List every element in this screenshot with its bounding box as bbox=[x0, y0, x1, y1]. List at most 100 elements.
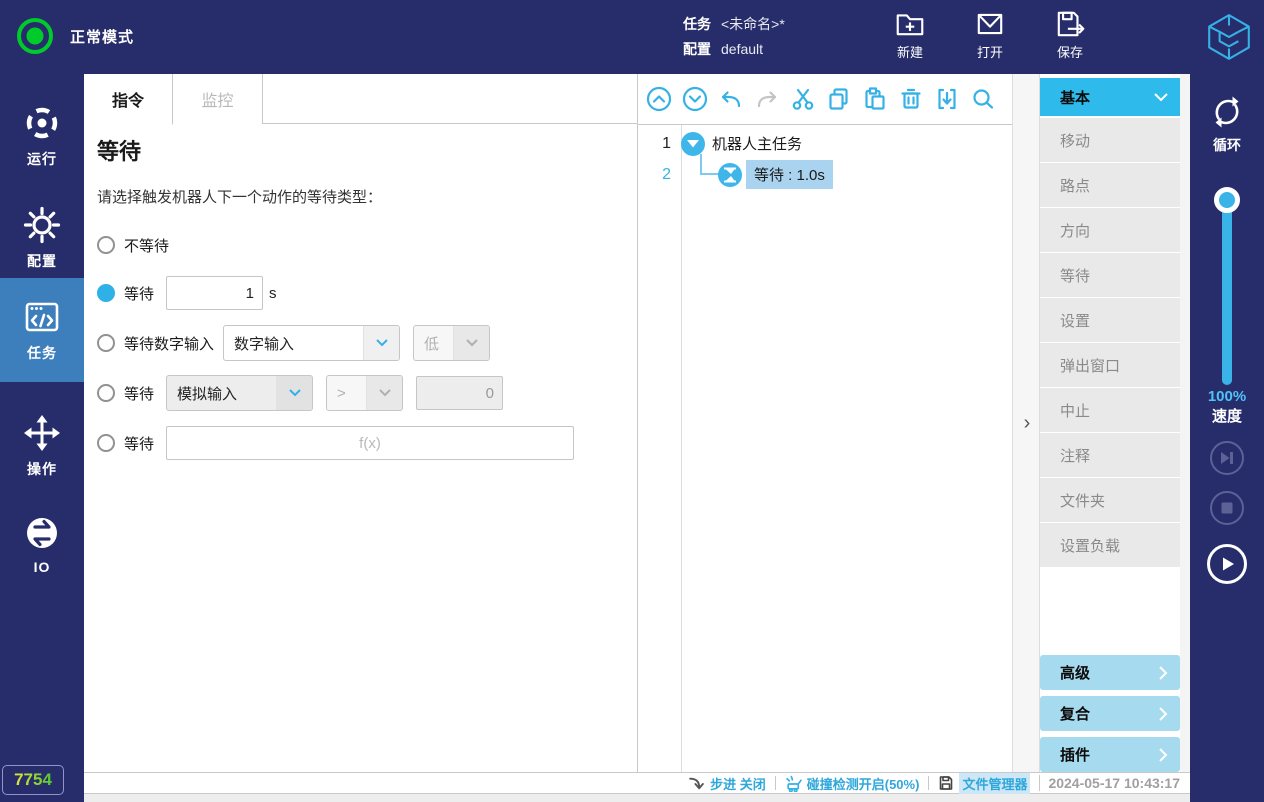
palette-item-wait[interactable]: 等待 bbox=[1040, 253, 1180, 297]
palette-item-popup[interactable]: 弹出窗口 bbox=[1040, 343, 1180, 387]
palette-item-label: 注释 bbox=[1060, 447, 1091, 465]
palette-header-basic[interactable]: 基本 bbox=[1040, 78, 1180, 116]
tab-command[interactable]: 指令 bbox=[84, 74, 173, 125]
palette-item-label: 文件夹 bbox=[1060, 492, 1106, 510]
paste-icon[interactable] bbox=[862, 86, 888, 112]
palette-item-move[interactable]: 移动 bbox=[1040, 118, 1180, 162]
option-row-wait-digital: 等待数字输入 数字输入 低 bbox=[97, 325, 491, 361]
copy-icon[interactable] bbox=[826, 86, 852, 112]
palette-group-label: 插件 bbox=[1060, 747, 1091, 764]
sidebar-item-label: 任务 bbox=[27, 345, 57, 361]
speed-slider-track[interactable] bbox=[1222, 192, 1232, 385]
palette-item-set[interactable]: 设置 bbox=[1040, 298, 1180, 342]
palette-item-waypoint[interactable]: 路点 bbox=[1040, 163, 1180, 207]
option-row-wait-analog: 等待 模拟输入 > bbox=[97, 375, 504, 411]
speed-label: 速度 bbox=[1211, 408, 1242, 425]
loop-label: 循环 bbox=[1213, 137, 1241, 153]
open-task-button[interactable]: 打开 bbox=[958, 8, 1022, 61]
expand-panel-button[interactable]: › bbox=[1013, 400, 1041, 446]
wait-node-icon[interactable] bbox=[718, 162, 742, 187]
tree-node-label[interactable]: 机器人主任务 bbox=[712, 133, 802, 154]
radio-wait-expression[interactable] bbox=[97, 434, 115, 452]
expand-all-icon[interactable] bbox=[682, 86, 708, 112]
palette-group-advanced[interactable]: 高级 bbox=[1040, 655, 1180, 690]
sidebar-item-label: 配置 bbox=[27, 253, 57, 269]
expression-input[interactable] bbox=[166, 426, 575, 460]
palette-item-label: 中止 bbox=[1060, 402, 1091, 420]
speed-slider-handle[interactable] bbox=[1214, 187, 1240, 213]
palette-item-abort[interactable]: 中止 bbox=[1040, 388, 1180, 432]
stop-button[interactable] bbox=[1210, 491, 1244, 525]
chevron-right-icon bbox=[1159, 706, 1168, 721]
robot-mode-indicator[interactable]: 正常模式 bbox=[14, 15, 134, 57]
cut-icon[interactable] bbox=[790, 86, 816, 112]
palette-item-folder[interactable]: 文件夹 bbox=[1040, 478, 1180, 522]
step-mode-label: 步进 关闭 bbox=[710, 776, 766, 792]
status-counter: 7754 bbox=[2, 765, 64, 795]
tree-row-wait[interactable]: 2 等待 : 1.0s bbox=[638, 159, 833, 190]
redo-icon[interactable] bbox=[754, 86, 780, 112]
tree-node-label-selected[interactable]: 等待 : 1.0s bbox=[746, 160, 833, 189]
new-task-button[interactable]: 新建 bbox=[878, 8, 942, 61]
chevron-down-icon bbox=[1154, 92, 1168, 101]
save-task-button[interactable]: 保存 bbox=[1038, 8, 1102, 61]
insert-icon[interactable] bbox=[934, 86, 960, 112]
palette-group-plugin[interactable]: 插件 bbox=[1040, 737, 1180, 772]
loop-toggle-button[interactable]: 循环 bbox=[1190, 92, 1264, 155]
open-task-label: 打开 bbox=[976, 45, 1003, 60]
panel-expander-strip: › bbox=[1012, 74, 1040, 772]
bottom-strip bbox=[84, 794, 1190, 802]
robot-teach-pendant-app: 正常模式 任务 <未命名>* 配置 default 新建 打开 保存 运行 配置… bbox=[0, 0, 1264, 802]
analog-threshold-input[interactable] bbox=[416, 376, 504, 410]
palette-group-list: 高级 复合 插件 bbox=[1040, 655, 1180, 772]
play-button[interactable] bbox=[1207, 544, 1247, 584]
command-editor-panel: 指令 监控 等待 请选择触发机器人下一个动作的等待类型： 不等待 等待 s 等待… bbox=[84, 74, 638, 772]
analog-input-select[interactable]: 模拟输入 bbox=[166, 375, 314, 411]
task-info: 任务 <未命名>* 配置 default bbox=[683, 12, 785, 62]
open-file-icon bbox=[977, 13, 1003, 35]
tree-row-main-task[interactable]: 1 机器人主任务 bbox=[638, 128, 802, 159]
editor-tabs: 指令 监控 bbox=[84, 74, 638, 125]
radio-wait-analog[interactable] bbox=[97, 384, 115, 402]
digital-input-select[interactable]: 数字输入 bbox=[223, 325, 401, 361]
status-bar: 步进 关闭 碰撞检测开启(50%) 文件管理器 2024-05-17 10:43… bbox=[84, 772, 1190, 794]
option-row-wait-expression: 等待 bbox=[97, 425, 575, 461]
palette-item-label: 移动 bbox=[1060, 132, 1091, 150]
digital-level-select[interactable]: 低 bbox=[413, 325, 491, 361]
sidebar-item-config[interactable]: 配置 bbox=[0, 190, 84, 286]
wait-seconds-input[interactable] bbox=[166, 276, 264, 310]
sidebar-item-run[interactable]: 运行 bbox=[0, 88, 84, 184]
speed-value: 100% bbox=[1207, 388, 1247, 405]
radio-wait-time[interactable] bbox=[97, 284, 115, 302]
comparison-operator-select[interactable]: > bbox=[326, 375, 404, 411]
sidebar-item-operate[interactable]: 操作 bbox=[0, 398, 84, 494]
radio-wait-digital[interactable] bbox=[97, 334, 115, 352]
wait-type-description: 请选择触发机器人下一个动作的等待类型： bbox=[97, 189, 383, 206]
delete-icon[interactable] bbox=[898, 86, 924, 112]
status-green-icon bbox=[17, 18, 53, 54]
palette-group-composite[interactable]: 复合 bbox=[1040, 696, 1180, 731]
palette-header-label: 基本 bbox=[1060, 89, 1091, 107]
radio-no-wait[interactable] bbox=[97, 236, 115, 254]
file-manager-button[interactable]: 文件管理器 bbox=[938, 772, 1031, 794]
sidebar-item-task[interactable]: 任务 bbox=[0, 278, 84, 382]
chevron-down-icon bbox=[276, 376, 313, 410]
mode-label: 正常模式 bbox=[70, 28, 135, 46]
chevron-down-icon bbox=[363, 326, 400, 360]
search-icon[interactable] bbox=[970, 86, 996, 112]
brand-logo-icon bbox=[1204, 11, 1254, 63]
step-forward-button[interactable] bbox=[1210, 441, 1244, 475]
step-mode-status[interactable]: 步进 关闭 bbox=[688, 774, 766, 793]
line-number-divider bbox=[681, 125, 682, 772]
play-icon bbox=[1223, 557, 1234, 571]
collision-detection-status[interactable]: 碰撞检测开启(50%) bbox=[785, 774, 919, 793]
collapse-node-icon[interactable] bbox=[681, 131, 705, 156]
palette-item-comment[interactable]: 注释 bbox=[1040, 433, 1180, 477]
sidebar-item-io[interactable]: IO bbox=[0, 496, 84, 592]
collapse-all-icon[interactable] bbox=[646, 86, 672, 112]
task-icon bbox=[25, 302, 59, 332]
palette-item-set-payload[interactable]: 设置负载 bbox=[1040, 523, 1180, 567]
undo-icon[interactable] bbox=[718, 86, 744, 112]
palette-item-direction[interactable]: 方向 bbox=[1040, 208, 1180, 252]
tab-monitor[interactable]: 监控 bbox=[173, 74, 263, 124]
